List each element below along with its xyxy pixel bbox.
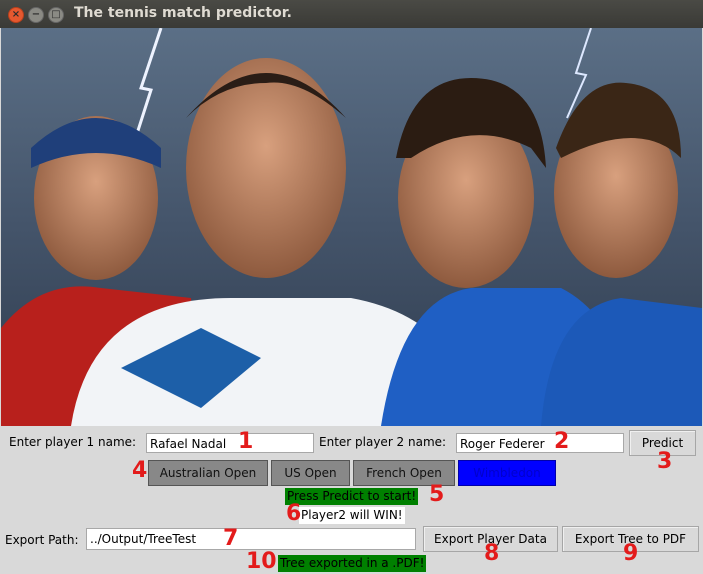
tab-us-open[interactable]: US Open: [271, 460, 350, 486]
tab-australian-open[interactable]: Australian Open: [148, 460, 268, 486]
annotation-6: 6: [286, 501, 302, 526]
player1-label: Enter player 1 name:: [9, 435, 137, 449]
player1-input[interactable]: [146, 433, 314, 454]
annotation-8: 8: [484, 541, 500, 566]
annotation-5: 5: [429, 482, 445, 507]
result-message: Player2 will WIN!: [299, 507, 405, 524]
status-message: Press Predict to start!: [285, 488, 419, 505]
player2-input-field[interactable]: [460, 434, 623, 454]
close-icon[interactable]: ×: [8, 7, 24, 23]
annotation-4: 4: [132, 458, 148, 483]
export-path-input[interactable]: [86, 528, 416, 550]
export-status: Tree exported in a .PDF!: [278, 555, 427, 572]
player2-input[interactable]: [456, 433, 624, 454]
maximize-icon[interactable]: □: [48, 7, 64, 23]
window-title: The tennis match predictor.: [74, 5, 292, 21]
annotation-2: 2: [554, 429, 570, 454]
export-path-field[interactable]: [90, 529, 415, 549]
annotation-10: 10: [246, 549, 277, 574]
annotation-9: 9: [623, 541, 639, 566]
minimize-icon[interactable]: −: [28, 7, 44, 23]
player2-label: Enter player 2 name:: [319, 435, 447, 449]
annotation-1: 1: [238, 429, 254, 454]
window-titlebar: × − □ The tennis match predictor.: [0, 0, 703, 28]
annotation-3: 3: [657, 449, 673, 474]
players-banner-image: [1, 28, 702, 426]
export-path-label: Export Path:: [5, 533, 79, 547]
annotation-7: 7: [223, 526, 239, 551]
tab-wimbledon[interactable]: Wimbledon: [458, 460, 556, 486]
player1-input-field[interactable]: [150, 434, 313, 454]
